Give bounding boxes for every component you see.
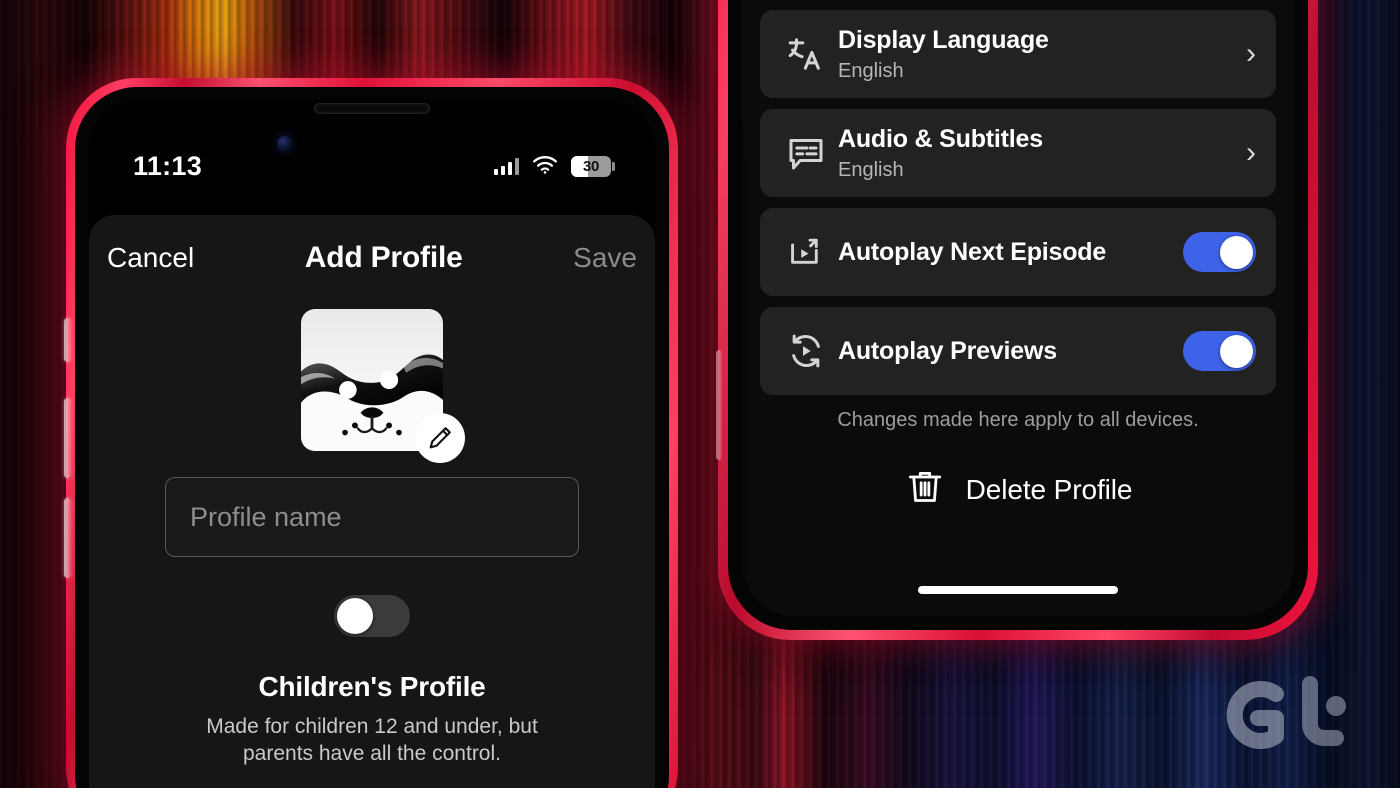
setting-row-autoplay-previews[interactable]: Autoplay Previews xyxy=(760,307,1276,395)
cellular-signal-icon xyxy=(494,157,519,175)
translate-icon xyxy=(780,35,832,73)
phone-right-settings: Display Language English › Audio & Subti… xyxy=(716,0,1318,640)
setting-title: Display Language xyxy=(838,26,1049,55)
setting-title: Autoplay Previews xyxy=(838,336,1057,365)
setting-row-autoplay-next-episode[interactable]: Autoplay Next Episode xyxy=(760,208,1276,296)
page-title: Add Profile xyxy=(304,241,463,274)
phone-left-add-profile: 11:13 30 Cancel Add Profile Save Profile… xyxy=(64,78,678,788)
childrens-profile-label: Children's Profile xyxy=(258,671,486,702)
toggle-autoplay-previews[interactable] xyxy=(1183,331,1256,371)
battery-percentage: 30 xyxy=(582,157,600,175)
trash-icon xyxy=(904,466,946,513)
setting-value: English xyxy=(838,158,904,181)
chevron-right-icon: › xyxy=(1246,37,1256,70)
toggle-knob xyxy=(337,598,373,634)
status-bar: 11:13 30 xyxy=(89,148,655,184)
add-profile-sheet: Cancel Add Profile Save Profile name Chi… xyxy=(89,215,655,788)
phone-right-side-button[interactable] xyxy=(716,350,722,460)
battery-nub xyxy=(612,161,615,171)
status-bar-time: 11:13 xyxy=(133,150,203,181)
status-bar-indicators: 30 xyxy=(494,154,615,179)
wifi-icon xyxy=(532,154,558,179)
pencil-edit-icon[interactable] xyxy=(415,413,465,463)
avatar[interactable] xyxy=(301,309,465,463)
home-indicator[interactable] xyxy=(918,586,1118,594)
profile-name-placeholder: Profile name xyxy=(190,501,342,532)
setting-text: Autoplay Next Episode xyxy=(832,238,1183,267)
phone-right-screen: Display Language English › Audio & Subti… xyxy=(742,0,1294,616)
delete-profile-button[interactable]: Delete Profile xyxy=(760,466,1276,513)
setting-value: English xyxy=(838,59,904,82)
volume-down-button[interactable] xyxy=(64,498,71,578)
cancel-button[interactable]: Cancel xyxy=(107,242,194,274)
profile-name-input[interactable]: Profile name xyxy=(165,477,579,557)
setting-text: Autoplay Previews xyxy=(832,337,1183,366)
toggle-knob xyxy=(1219,235,1253,269)
volume-up-button[interactable] xyxy=(64,398,71,478)
autoplay-previews-icon xyxy=(780,331,832,371)
autoplay-next-icon xyxy=(780,233,832,271)
setting-text: Display Language English xyxy=(832,26,1236,82)
phone-left-screen: 11:13 30 Cancel Add Profile Save Profile… xyxy=(89,100,655,788)
earpiece-speaker xyxy=(314,103,430,114)
chevron-right-icon: › xyxy=(1246,136,1256,169)
delete-profile-label: Delete Profile xyxy=(965,473,1133,505)
toggle-autoplay-next-episode[interactable] xyxy=(1183,232,1256,272)
settings-list: Display Language English › Audio & Subti… xyxy=(760,10,1276,513)
toggle-knob xyxy=(1219,334,1253,368)
setting-title: Autoplay Next Episode xyxy=(838,237,1107,266)
sheet-navbar: Cancel Add Profile Save xyxy=(89,215,655,285)
silent-switch-button[interactable] xyxy=(64,318,71,362)
settings-footer-note: Changes made here apply to all devices. xyxy=(837,409,1199,431)
toggle-childrens-profile[interactable] xyxy=(334,595,410,637)
setting-row-audio-subtitles[interactable]: Audio & Subtitles English › xyxy=(760,109,1276,197)
childrens-profile-description: Made for children 12 and under, but pare… xyxy=(206,715,538,766)
gt-logo-watermark xyxy=(1214,658,1366,768)
setting-row-display-language[interactable]: Display Language English › xyxy=(760,10,1276,98)
battery-icon: 30 xyxy=(571,155,615,177)
screenshot-stage: Display Language English › Audio & Subti… xyxy=(0,0,1400,788)
save-button[interactable]: Save xyxy=(573,242,637,274)
setting-text: Audio & Subtitles English xyxy=(832,125,1236,181)
profile-settings-screen: Display Language English › Audio & Subti… xyxy=(742,0,1294,616)
subtitles-icon xyxy=(780,133,832,173)
setting-title: Audio & Subtitles xyxy=(838,125,1043,154)
